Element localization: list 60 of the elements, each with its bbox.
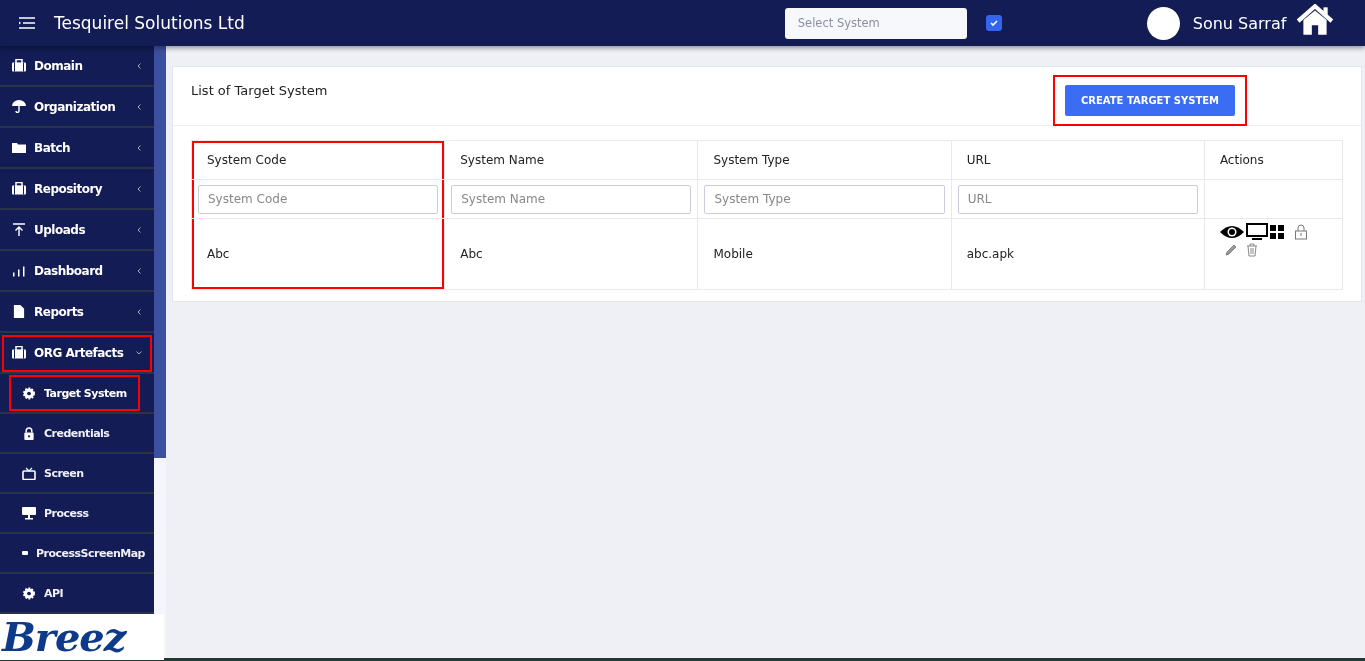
bar-chart-icon — [12, 264, 26, 277]
trash-icon[interactable] — [1245, 243, 1258, 257]
monitor-icon[interactable] — [1245, 223, 1268, 240]
table-cell: abc.apk — [951, 218, 1205, 290]
lock-icon[interactable] — [1293, 223, 1308, 240]
check-icon — [988, 18, 999, 28]
sidebar-subitem[interactable]: ProcessScreenMap — [10, 536, 157, 570]
company-name: Tesquirel Solutions Ltd — [54, 13, 245, 33]
sidebar-subitem[interactable]: Screen — [10, 456, 96, 490]
sidebar-item[interactable]: ORG Artefacts — [0, 333, 154, 374]
avatar[interactable] — [1146, 6, 1180, 40]
tv-icon — [22, 466, 36, 480]
column-header: System Name — [444, 140, 698, 180]
scrollbar[interactable] — [154, 46, 166, 658]
gear-icon — [22, 386, 36, 400]
menu-icon[interactable] — [18, 17, 36, 29]
chevron-down-icon — [136, 349, 142, 356]
logo: Breez — [0, 614, 164, 660]
folder-icon — [12, 141, 26, 154]
column-header: Actions — [1204, 140, 1343, 180]
gear-icon — [22, 586, 36, 600]
sidebar-subitem[interactable]: Credentials — [10, 416, 122, 450]
sidebar-subitem[interactable]: Process — [10, 496, 101, 530]
lock-icon — [22, 426, 36, 440]
chevron-left-icon — [136, 103, 142, 110]
checkbox[interactable] — [985, 15, 1002, 31]
table-cell: Abc — [191, 218, 445, 290]
chevron-left-icon — [136, 267, 142, 274]
briefcase-icon — [12, 346, 26, 359]
bullet-icon — [22, 551, 28, 555]
create-target-system-button[interactable]: CREATE TARGET SYSTEM — [1064, 84, 1235, 116]
chevron-left-icon — [136, 144, 142, 151]
filter-field[interactable]: System Type — [704, 184, 945, 214]
column-header: URL — [951, 140, 1205, 180]
column-header: System Type — [697, 140, 952, 180]
filter-field[interactable]: System Code — [198, 184, 439, 214]
eye-icon[interactable] — [1219, 224, 1244, 239]
filter-field[interactable]: URL — [957, 184, 1198, 214]
monitor-icon — [22, 506, 36, 520]
sidebar-subitem[interactable]: Target System — [10, 376, 139, 410]
user-name: Sonu Sarraf — [1192, 13, 1287, 33]
chevron-left-icon — [136, 185, 142, 192]
table-cell: Abc — [444, 218, 698, 290]
chevron-left-icon — [136, 308, 142, 315]
chevron-left-icon — [136, 62, 142, 69]
card-title: List of Target System — [191, 82, 328, 98]
filter-field[interactable]: System Name — [451, 184, 692, 214]
document-icon — [12, 305, 26, 318]
grid-icon[interactable] — [1269, 224, 1284, 239]
upload-icon — [12, 223, 26, 236]
pencil-icon[interactable] — [1223, 243, 1238, 257]
briefcase-icon — [12, 59, 26, 72]
home-icon[interactable] — [1296, 4, 1335, 36]
table-cell: Mobile — [697, 218, 952, 290]
select-system-field[interactable]: Select System — [784, 7, 967, 39]
sidebar-subitem[interactable]: API — [10, 576, 76, 610]
briefcase-icon — [12, 182, 26, 195]
chevron-left-icon — [136, 226, 142, 233]
umbrella-icon — [12, 100, 26, 113]
column-header: System Code — [191, 140, 445, 180]
